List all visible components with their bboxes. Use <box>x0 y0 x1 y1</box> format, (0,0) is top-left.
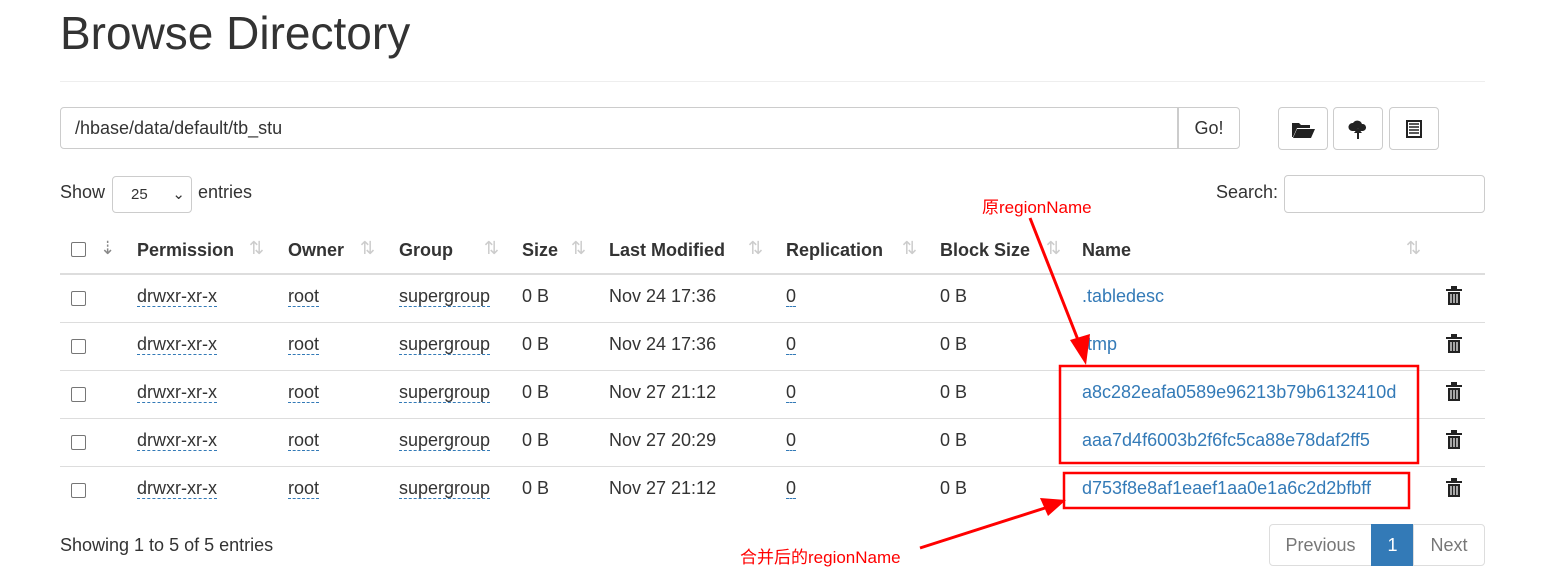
arrow-merged <box>919 506 1046 550</box>
annotation-overlay <box>919 217 1420 550</box>
arrow-original <box>1028 217 1082 346</box>
original-region-box <box>1058 364 1420 465</box>
arrow-head <box>1070 334 1090 365</box>
annotation-original: 原regionName <box>982 198 1092 217</box>
merged-region-box <box>1062 471 1411 510</box>
annotation-merged: 合并后的regionName <box>740 548 901 567</box>
